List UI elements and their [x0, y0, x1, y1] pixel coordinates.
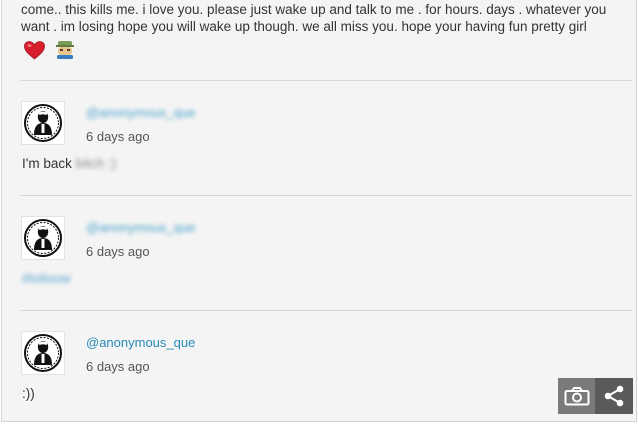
anonymous-mask-avatar-icon — [24, 334, 62, 372]
share-icon — [604, 385, 624, 407]
timestamp: 6 days ago — [86, 129, 150, 144]
blurred-text: bitch :) — [75, 156, 117, 171]
emoji-row — [24, 39, 76, 61]
comment-body: I'm back bitch :) — [22, 156, 116, 171]
avatar[interactable] — [21, 101, 65, 145]
avatar[interactable] — [21, 216, 65, 260]
username-link[interactable]: @anonymous_que — [86, 220, 195, 235]
comment-text: come.. this kills me. i love you. please… — [21, 2, 607, 34]
anonymous-mask-avatar-icon — [24, 104, 62, 142]
timestamp: 6 days ago — [86, 244, 150, 259]
blurred-hashtag[interactable]: #lolloow — [22, 271, 71, 286]
red-heart-emoji-icon — [24, 40, 45, 60]
comment-text: I'm back — [22, 156, 72, 171]
face-emoji-icon — [56, 41, 74, 59]
timestamp: 6 days ago — [86, 359, 150, 374]
comment-body: #lolloow — [22, 271, 71, 286]
camera-button[interactable] — [558, 378, 596, 414]
comment-text: :)) — [22, 386, 35, 401]
username-link[interactable]: @anonymous_que — [86, 335, 195, 350]
comment-feed: come.. this kills me. i love you. please… — [1, 0, 637, 422]
share-button[interactable] — [595, 378, 633, 414]
avatar[interactable] — [21, 331, 65, 375]
comment-item: @anonymous_que 6 days ago :)) — [2, 311, 636, 421]
comment-item: @anonymous_que 6 days ago I'm back bitch… — [2, 81, 636, 195]
camera-icon — [564, 387, 590, 406]
anonymous-mask-avatar-icon — [24, 219, 62, 257]
comment-item: @anonymous_que 6 days ago #lolloow — [2, 196, 636, 310]
username-link[interactable]: @anonymous_que — [86, 105, 195, 120]
